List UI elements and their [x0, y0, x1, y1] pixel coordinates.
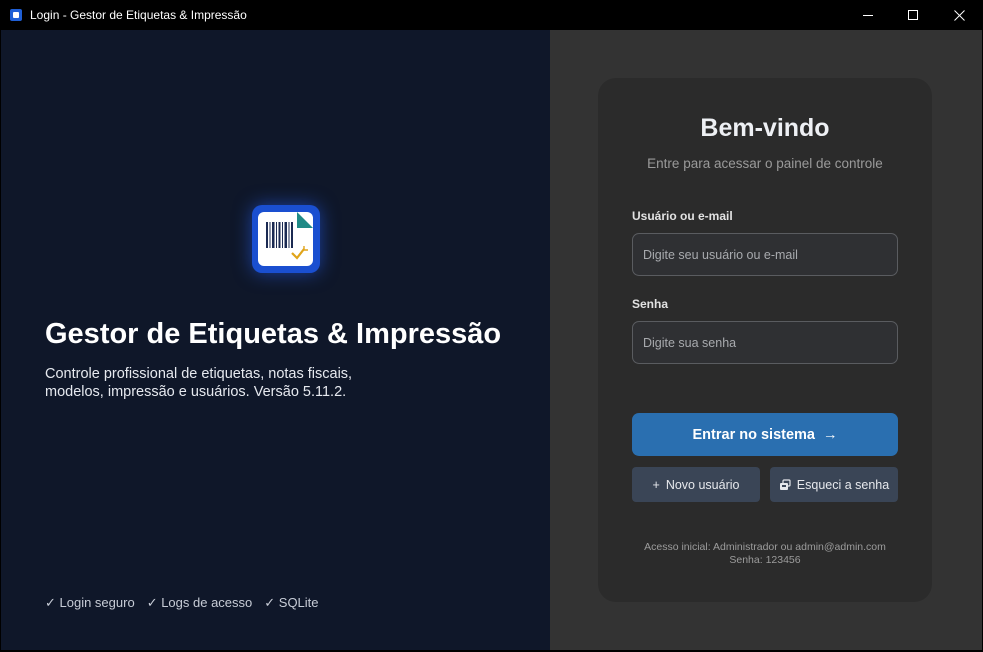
arrow-right-icon: →	[823, 426, 838, 443]
hint-line: Acesso inicial: Administrador ou admin@a…	[644, 541, 886, 553]
login-button[interactable]: Entrar no sistema →	[632, 413, 898, 456]
maximize-icon	[908, 10, 918, 20]
feature-item: ✓ Login seguro	[45, 595, 135, 610]
new-user-button[interactable]: + Novo usuário	[632, 467, 760, 502]
welcome-subtitle: Entre para acessar o painel de controle	[647, 156, 883, 171]
brand-panel: Gestor de Etiquetas & Impressão Controle…	[1, 30, 550, 650]
forgot-password-button[interactable]: Esqueci a senha	[770, 467, 898, 502]
login-card: Bem-vindo Entre para acessar o painel de…	[598, 78, 932, 602]
feature-list: ✓ Login seguro ✓ Logs de acesso ✓ SQLite	[45, 595, 319, 611]
password-label: Senha	[632, 297, 669, 311]
app-title: Gestor de Etiquetas & Impressão	[45, 318, 502, 350]
hint-line: Senha: 123456	[729, 554, 801, 566]
window-title: Login - Gestor de Etiquetas & Impressão	[30, 8, 247, 22]
forgot-password-label: Esqueci a senha	[796, 477, 890, 492]
feature-item: ✓ Logs de acesso	[146, 595, 253, 610]
login-button-label: Entrar no sistema	[692, 426, 816, 443]
username-label: Usuário ou e-mail	[632, 209, 733, 223]
initial-access-hint: Acesso inicial: Administrador ou admin@a…	[598, 541, 932, 567]
welcome-heading: Bem-vindo	[700, 114, 830, 142]
minimize-button[interactable]	[845, 0, 891, 30]
app-icon	[10, 9, 22, 21]
plus-icon: +	[652, 477, 660, 492]
title-bar: Login - Gestor de Etiquetas & Impressão	[0, 0, 983, 30]
login-panel: Bem-vindo Entre para acessar o painel de…	[550, 30, 982, 650]
close-button[interactable]	[936, 0, 982, 30]
app-description: Controle profissional de etiquetas, nota…	[45, 366, 353, 400]
close-icon	[953, 9, 965, 21]
barcode-label-icon	[252, 205, 320, 273]
maximize-button[interactable]	[890, 0, 936, 30]
new-user-label: Novo usuário	[665, 477, 740, 492]
password-input[interactable]	[632, 321, 898, 364]
key-icon	[779, 478, 791, 490]
feature-item: ✓ SQLite	[264, 595, 319, 610]
username-input[interactable]	[632, 233, 898, 276]
minimize-icon	[863, 14, 873, 16]
